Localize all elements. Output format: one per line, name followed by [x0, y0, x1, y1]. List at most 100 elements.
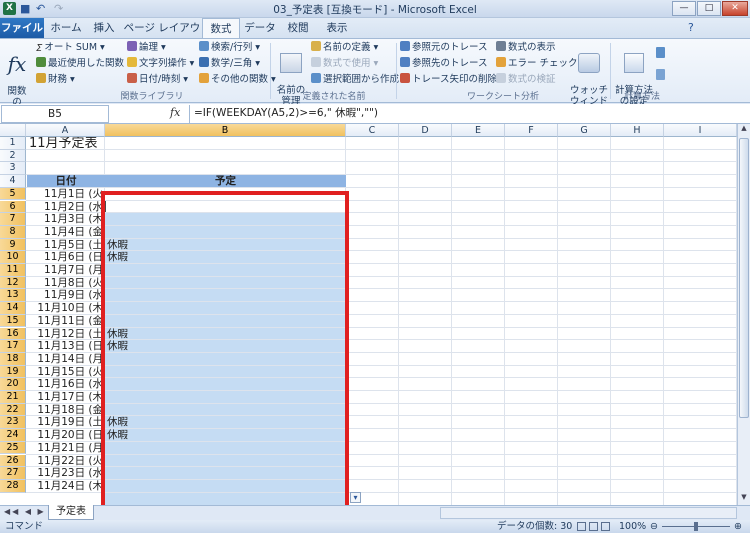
text-button[interactable]: 文字列操作 ▾: [127, 57, 194, 71]
row-header[interactable]: 16: [0, 327, 26, 341]
tab-file[interactable]: ファイル: [0, 18, 44, 38]
recent-functions-button[interactable]: 最近使用した関数 ▾: [36, 57, 132, 71]
date-cell[interactable]: 11月18日 (金: [27, 404, 105, 417]
autofill-options-icon[interactable]: ▾: [350, 492, 361, 503]
row-header[interactable]: 4: [0, 175, 26, 188]
date-cell[interactable]: 11月12日 (土: [27, 328, 105, 341]
date-cell[interactable]: 11月17日 (木: [27, 391, 105, 404]
row-header[interactable]: 7: [0, 213, 26, 226]
scroll-up-arrow-icon[interactable]: ▲: [739, 124, 749, 134]
date-cell[interactable]: 11月9日 (水: [27, 289, 105, 302]
row-header[interactable]: 19: [0, 365, 26, 379]
datetime-button[interactable]: 日付/時刻 ▾: [127, 73, 188, 87]
column-header-h[interactable]: H: [611, 124, 664, 137]
help-icon[interactable]: ?: [688, 21, 694, 34]
column-header-f[interactable]: F: [505, 124, 558, 137]
date-cell[interactable]: 11月11日 (金: [27, 315, 105, 328]
date-cell[interactable]: 11月21日 (月: [27, 442, 105, 455]
date-cell[interactable]: 11月1日 (火: [27, 188, 105, 201]
row-header[interactable]: 2: [0, 149, 26, 163]
row-header[interactable]: 8: [0, 225, 26, 239]
row-header[interactable]: 10: [0, 251, 26, 264]
zoom-level[interactable]: 100%: [619, 520, 646, 533]
name-box[interactable]: B5: [1, 105, 109, 123]
row-header[interactable]: 3: [0, 162, 26, 176]
column-header-d[interactable]: D: [399, 124, 452, 137]
select-all-corner[interactable]: [0, 124, 26, 137]
tab-view[interactable]: 表示: [318, 18, 356, 38]
maximize-button[interactable]: □: [697, 1, 721, 16]
financial-button[interactable]: 財務 ▾: [36, 73, 75, 87]
vertical-scrollbar[interactable]: ▲ ▼: [737, 124, 750, 505]
evaluate-formula-button[interactable]: 数式の検証: [496, 73, 556, 87]
column-header-e[interactable]: E: [452, 124, 505, 137]
tab-formulas[interactable]: 数式: [202, 18, 240, 39]
define-name-button[interactable]: 名前の定義 ▾: [311, 41, 378, 55]
date-cell[interactable]: 11月23日 (水: [27, 467, 105, 480]
row-header[interactable]: 18: [0, 352, 26, 366]
insert-function-icon[interactable]: fx: [170, 106, 180, 119]
sheet-tab[interactable]: 予定表: [48, 505, 94, 520]
column-header-a[interactable]: A: [26, 124, 105, 137]
tab-review[interactable]: 校閲: [280, 18, 316, 38]
use-in-formula-button[interactable]: 数式で使用 ▾: [311, 57, 378, 71]
scroll-down-arrow-icon[interactable]: ▼: [739, 493, 749, 503]
close-button[interactable]: ✕: [722, 1, 748, 16]
row-header[interactable]: 13: [0, 289, 26, 303]
math-button[interactable]: 数学/三角 ▾: [199, 57, 260, 71]
zoom-slider-thumb[interactable]: [694, 522, 698, 531]
calculate-now-icon[interactable]: [656, 47, 665, 58]
row-header[interactable]: 14: [0, 302, 26, 315]
row-header[interactable]: 21: [0, 391, 26, 404]
page-layout-view-icon[interactable]: [589, 522, 598, 531]
remove-arrows-button[interactable]: トレース矢印の削除 ▾: [400, 73, 505, 87]
logical-button[interactable]: 論理 ▾: [127, 41, 166, 55]
row-header[interactable]: 15: [0, 314, 26, 328]
trace-dependents-button[interactable]: 参照先のトレース: [400, 57, 488, 71]
row-header[interactable]: 1: [0, 137, 26, 150]
date-cell[interactable]: 11月13日 (日: [27, 340, 105, 353]
date-cell[interactable]: 11月16日 (水: [27, 378, 105, 391]
minimize-button[interactable]: —: [672, 1, 696, 16]
date-cell[interactable]: 11月3日 (木: [27, 213, 105, 226]
date-cell[interactable]: 11月22日 (火: [27, 455, 105, 468]
zoom-out-icon[interactable]: ⊖: [650, 520, 658, 533]
zoom-in-icon[interactable]: ⊕: [734, 520, 742, 533]
horizontal-scrollbar[interactable]: [440, 507, 737, 519]
row-header[interactable]: 6: [0, 200, 26, 214]
date-cell[interactable]: 11月2日 (水: [27, 201, 105, 214]
date-cell[interactable]: 11月10日 (木: [27, 302, 105, 315]
date-cell[interactable]: 11月8日 (火: [27, 277, 105, 290]
row-header[interactable]: 23: [0, 416, 26, 430]
column-header-c[interactable]: C: [346, 124, 399, 137]
create-from-selection-button[interactable]: 選択範囲から作成: [311, 73, 399, 87]
show-formulas-button[interactable]: 数式の表示: [496, 41, 556, 55]
row-header[interactable]: 9: [0, 238, 26, 252]
column-header-i[interactable]: I: [664, 124, 737, 137]
tab-data[interactable]: データ: [242, 18, 278, 38]
row-header[interactable]: 12: [0, 276, 26, 290]
date-cell[interactable]: 11月14日 (月: [27, 353, 105, 366]
row-header[interactable]: 24: [0, 429, 26, 442]
date-cell[interactable]: 11月19日 (土: [27, 416, 105, 429]
autosum-button[interactable]: Σ オート SUM ▾: [36, 41, 105, 55]
column-header-g[interactable]: G: [558, 124, 611, 137]
date-cell[interactable]: 11月4日 (金: [27, 226, 105, 239]
normal-view-icon[interactable]: [577, 522, 586, 531]
row-header[interactable]: 28: [0, 479, 26, 493]
scroll-thumb[interactable]: [739, 138, 749, 418]
row-header[interactable]: 22: [0, 403, 26, 417]
row-header[interactable]: 27: [0, 467, 26, 480]
lookup-button[interactable]: 検索/行列 ▾: [199, 41, 260, 55]
formula-input[interactable]: =IF(WEEKDAY(A5,2)>=6," 休暇",""): [189, 105, 737, 123]
trace-precedents-button[interactable]: 参照元のトレース: [400, 41, 488, 55]
date-cell[interactable]: 11月7日 (月: [27, 264, 105, 277]
date-cell[interactable]: 11月5日 (土: [27, 239, 105, 252]
tab-page-layout[interactable]: ページ レイアウト: [122, 18, 202, 54]
row-header[interactable]: 26: [0, 454, 26, 468]
tab-insert[interactable]: 挿入: [86, 18, 122, 38]
date-cell[interactable]: 11月15日 (火: [27, 366, 105, 379]
row-header[interactable]: 25: [0, 441, 26, 455]
column-header-b[interactable]: B: [105, 124, 346, 137]
row-header[interactable]: 11: [0, 264, 26, 277]
